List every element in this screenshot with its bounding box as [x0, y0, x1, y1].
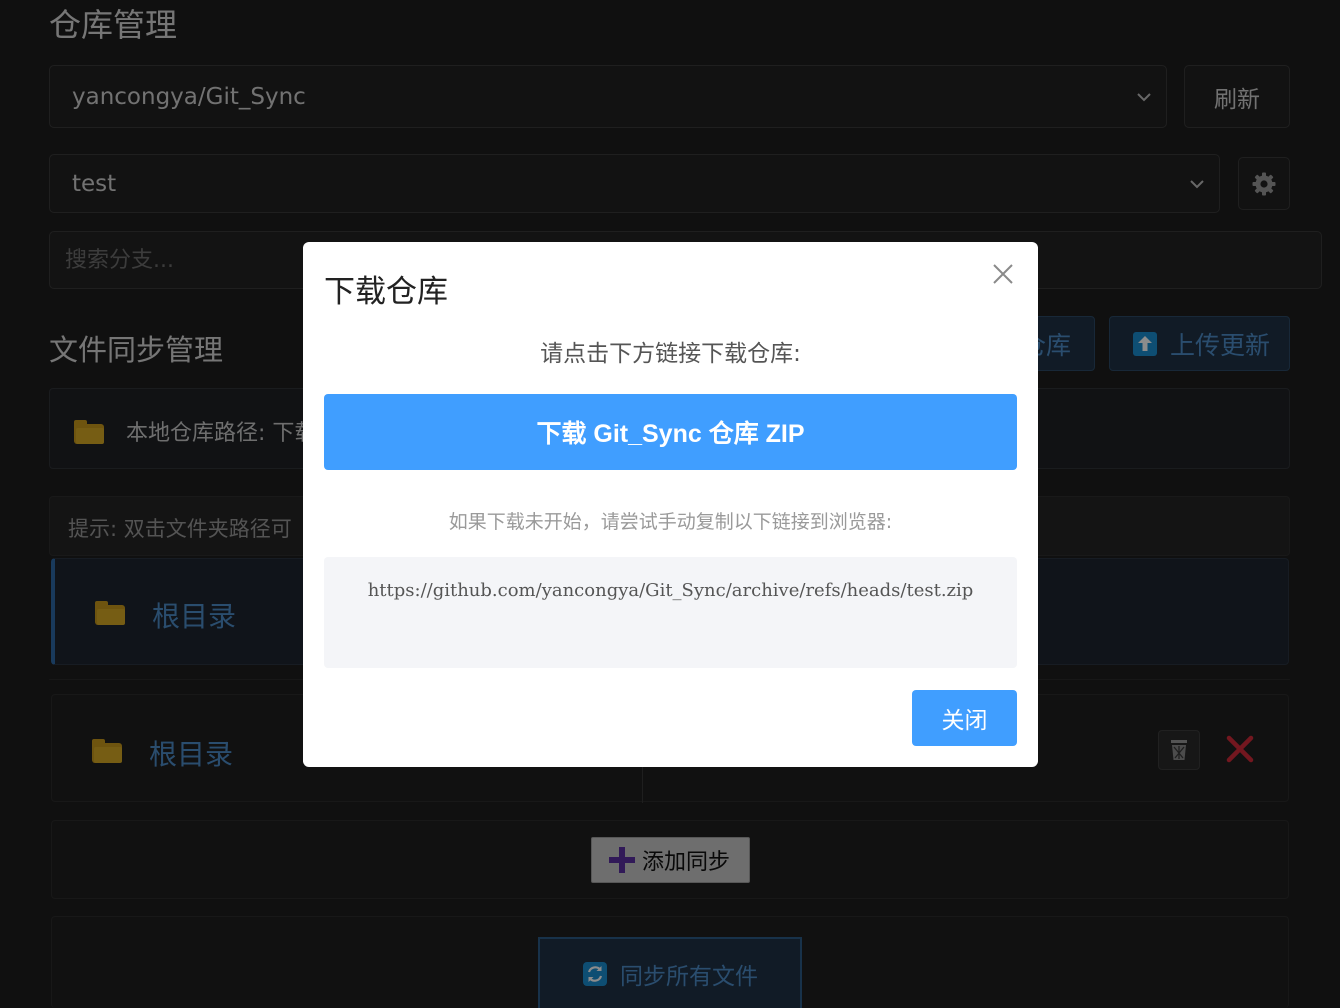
modal-title: 下载仓库 — [324, 274, 448, 310]
download-modal: 下载仓库 请点击下方链接下载仓库: 下载 Git_Sync 仓库 ZIP 如果下… — [303, 242, 1038, 767]
close-button[interactable]: 关闭 — [912, 690, 1017, 746]
download-zip-button[interactable]: 下载 Git_Sync 仓库 ZIP — [324, 394, 1017, 470]
modal-close-button[interactable] — [991, 262, 1015, 286]
app-root: 仓库管理 yancongya/Git_Sync 刷新 test 文件同步管理 — [0, 0, 1340, 1008]
manual-copy-hint: 如果下载未开始，请尝试手动复制以下链接到浏览器: — [448, 511, 893, 533]
modal-prompt: 请点击下方链接下载仓库: — [540, 341, 801, 367]
download-url-text[interactable]: https://github.com/yancongya/Git_Sync/ar… — [324, 557, 1017, 668]
close-icon — [993, 264, 1013, 284]
